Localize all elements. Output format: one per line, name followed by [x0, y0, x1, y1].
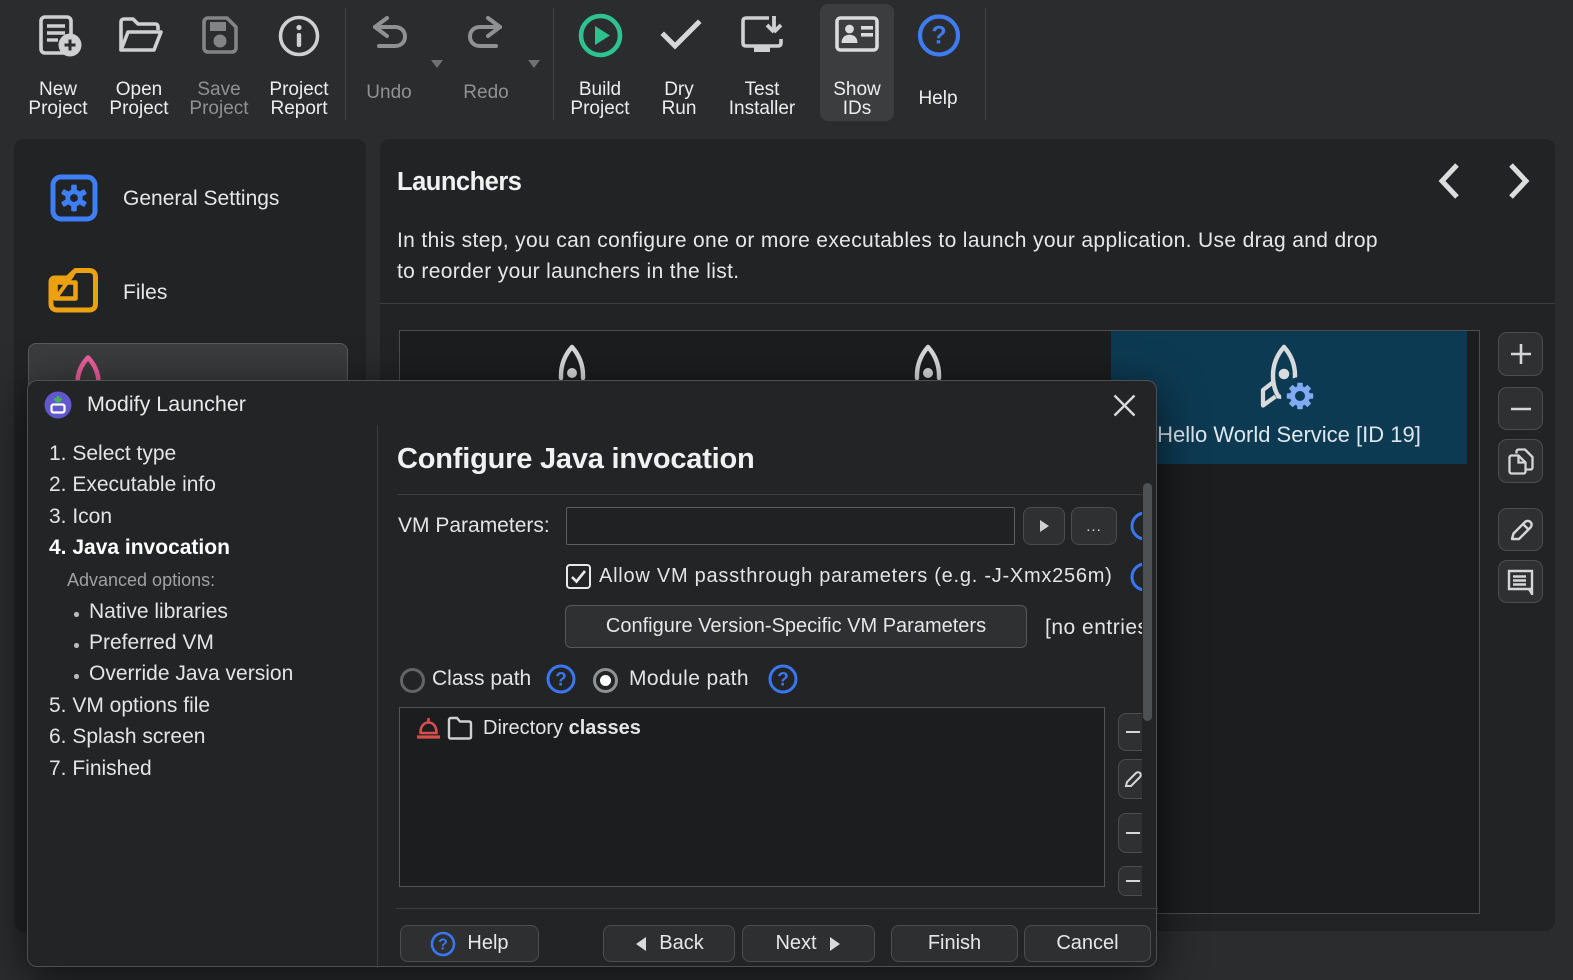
- svg-text:?: ?: [931, 22, 946, 50]
- svg-text:?: ?: [555, 670, 567, 691]
- svg-text:?: ?: [777, 670, 789, 691]
- svg-text:?: ?: [439, 936, 449, 953]
